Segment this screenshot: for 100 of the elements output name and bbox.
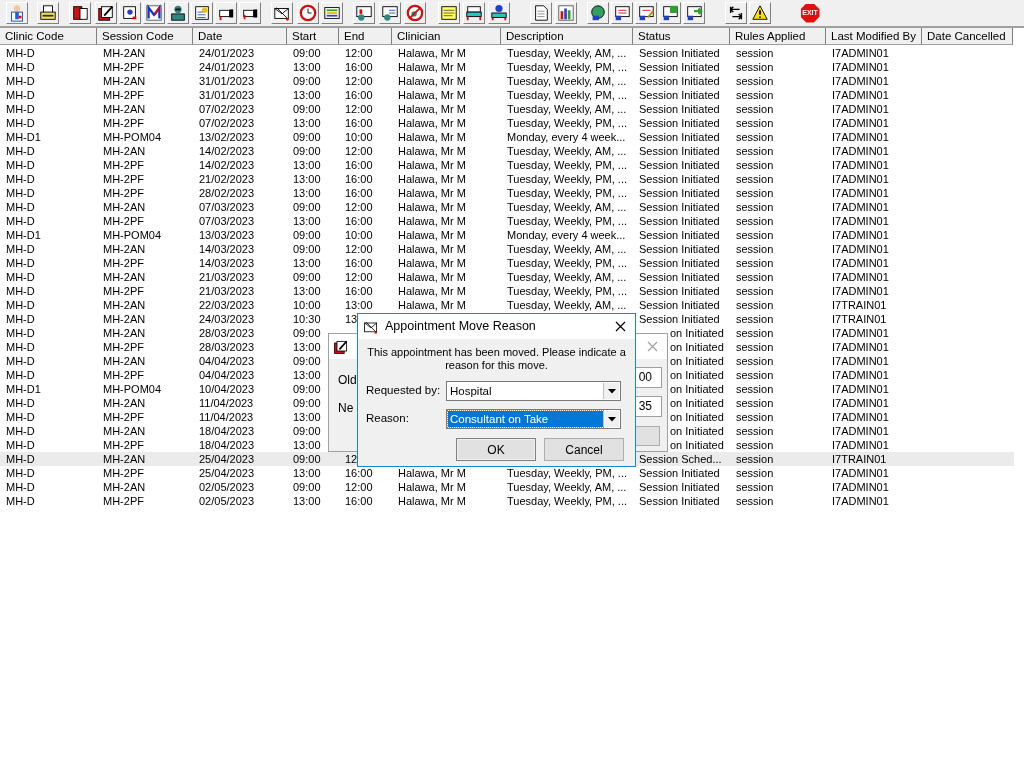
toolbar-button[interactable] — [683, 2, 705, 24]
table-cell: MH-2AN — [103, 75, 146, 87]
toolbar-button[interactable] — [725, 2, 747, 24]
table-cell: 13:00 — [293, 285, 321, 297]
dialog-message: This appointment has been moved. Please indicate a reason for this move. — [366, 346, 627, 372]
table-cell: MH-2AN — [103, 481, 146, 493]
table-cell: 25/04/2023 — [199, 453, 255, 465]
table-cell: 13:00 — [293, 159, 321, 171]
table-cell: 07/03/2023 — [199, 201, 255, 213]
column-header[interactable]: Session Code — [97, 28, 193, 45]
table-cell: Tuesday, Weekly, PM, ... — [507, 285, 628, 297]
form-icon — [613, 4, 631, 22]
table-cell: 12:00 — [345, 75, 373, 87]
toolbar-button[interactable] — [463, 2, 485, 24]
table-cell: session — [736, 313, 774, 325]
table-cell: 24/01/2023 — [199, 47, 255, 59]
table-cell: MH-POM04 — [103, 229, 162, 241]
table-cell: session — [736, 355, 774, 367]
table-cell: MH-2AN — [103, 201, 146, 213]
table-cell: session — [736, 299, 774, 311]
dialog-button[interactable]: Cancel — [544, 438, 624, 461]
table-cell: I7ADMIN01 — [832, 271, 889, 283]
table-cell: I7ADMIN01 — [832, 411, 889, 423]
toolbar-button[interactable] — [659, 2, 681, 24]
toolbar-button[interactable] — [37, 2, 59, 24]
column-header[interactable]: Clinic Code — [0, 28, 97, 45]
table-cell: I7ADMIN01 — [832, 103, 889, 115]
column-header[interactable]: Start — [287, 28, 339, 45]
table-cell: session — [736, 145, 774, 157]
table-cell: 14/03/2023 — [199, 257, 255, 269]
table-cell: 09:00 — [293, 481, 321, 493]
table-cell: session — [736, 89, 774, 101]
table-cell: Halawa, Mr M — [398, 187, 466, 199]
table-cell: MH-D — [6, 313, 35, 325]
table-cell: I7ADMIN01 — [832, 467, 889, 479]
table-cell: Halawa, Mr M — [398, 131, 466, 143]
clock-icon — [299, 4, 317, 22]
table-cell: I7ADMIN01 — [832, 355, 889, 367]
table-cell: 04/04/2023 — [199, 369, 255, 381]
table-cell: Tuesday, Weekly, AM, ... — [507, 145, 627, 157]
page-icon — [532, 4, 550, 22]
column-header[interactable]: Description — [501, 28, 633, 45]
table-cell: 10:00 — [293, 299, 321, 311]
column-header[interactable]: Date — [193, 28, 287, 45]
toolbar-button[interactable] — [321, 2, 343, 24]
table-cell: session — [736, 117, 774, 129]
table-cell: MH-2PF — [103, 117, 144, 129]
toolbar-button[interactable] — [587, 2, 609, 24]
close-icon[interactable] — [615, 321, 626, 332]
table-cell: Halawa, Mr M — [398, 173, 466, 185]
dropdown[interactable]: Consultant on Take — [446, 409, 621, 429]
toolbar-button[interactable] — [379, 2, 401, 24]
column-header[interactable]: Rules Applied — [730, 28, 826, 45]
toolbar-button[interactable] — [271, 2, 293, 24]
table-cell: 09:00 — [293, 243, 321, 255]
table-cell: MH-2PF — [103, 495, 144, 507]
toolbar-button[interactable] — [611, 2, 633, 24]
toolbar-button[interactable] — [167, 2, 189, 24]
bed-icon — [465, 4, 483, 22]
table-cell: on Initiated — [670, 327, 724, 339]
field-label: Old — [338, 372, 357, 389]
table-cell: MH-2PF — [103, 467, 144, 479]
toolbar-button[interactable] — [555, 2, 577, 24]
column-header[interactable]: Last Modified By — [826, 28, 922, 45]
table-cell: MH-D — [6, 271, 35, 283]
table-cell: 13:00 — [293, 173, 321, 185]
table-cell: MH-D — [6, 145, 35, 157]
table-cell: 12:00 — [345, 271, 373, 283]
column-header[interactable]: Status — [633, 28, 730, 45]
toolbar-button[interactable] — [6, 2, 28, 24]
table-cell: I7ADMIN01 — [832, 47, 889, 59]
toolbar-button[interactable] — [530, 2, 552, 24]
table-cell: Session Initiated — [639, 75, 720, 87]
table-cell: I7ADMIN01 — [832, 89, 889, 101]
toolbar-button[interactable] — [438, 2, 460, 24]
table-cell: MH-D — [6, 439, 35, 451]
column-header[interactable]: End — [339, 28, 392, 45]
table-cell: I7ADMIN01 — [832, 145, 889, 157]
table-cell: 10:00 — [345, 131, 373, 143]
table-cell: Tuesday, Weekly, PM, ... — [507, 173, 628, 185]
dropdown[interactable]: Hospital — [446, 381, 621, 401]
toolbar-button[interactable] — [353, 2, 375, 24]
table-cell: 25/04/2023 — [199, 467, 255, 479]
column-header[interactable]: Clinician — [392, 28, 501, 45]
table-cell: on Initiated — [670, 425, 724, 437]
table-cell: MH-D — [6, 355, 35, 367]
table-cell: 31/01/2023 — [199, 75, 255, 87]
table-cell: MH-D — [6, 89, 35, 101]
toolbar-button[interactable] — [95, 2, 117, 24]
toolbar-button[interactable] — [69, 2, 91, 24]
table-cell: MH-D — [6, 257, 35, 269]
dialog-button[interactable]: OK — [456, 438, 536, 461]
table-cell: Session Initiated — [639, 61, 720, 73]
toolbar-button[interactable] — [191, 2, 213, 24]
toolbar-button[interactable] — [749, 2, 771, 24]
table-cell: 13/03/2023 — [199, 229, 255, 241]
book-icon — [71, 4, 89, 22]
toolbar-button[interactable] — [488, 2, 510, 24]
column-header[interactable]: Date Cancelled — [922, 28, 1013, 45]
toolbar-button[interactable] — [635, 2, 657, 24]
